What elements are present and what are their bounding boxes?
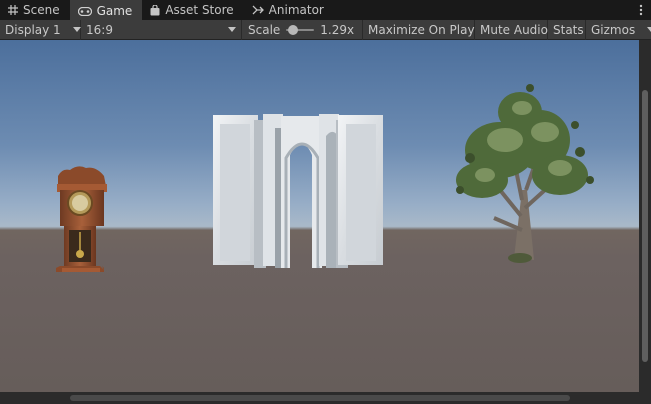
- tab-asset-store[interactable]: Asset Store: [142, 0, 243, 20]
- mute-audio-toggle[interactable]: Mute Audio: [475, 19, 548, 40]
- stone-archway: [213, 114, 383, 268]
- vertical-scrollbar[interactable]: [639, 40, 651, 392]
- display-dropdown[interactable]: Display 1: [0, 19, 81, 40]
- gizmos-label: Gizmos: [591, 22, 636, 37]
- gizmos-dropdown[interactable]: Gizmos: [586, 20, 651, 40]
- tab-animator-label: Animator: [268, 3, 324, 17]
- display-dropdown-label: Display 1: [5, 22, 61, 37]
- chevron-down-icon: [72, 27, 81, 32]
- mute-audio-label: Mute Audio: [480, 22, 548, 37]
- scale-label: Scale: [248, 22, 281, 37]
- gamepad-icon: [77, 6, 92, 16]
- maximize-on-play-label: Maximize On Play: [368, 22, 475, 37]
- tab-animator[interactable]: Animator: [244, 0, 334, 20]
- horizontal-scrollbar[interactable]: [0, 392, 639, 404]
- aspect-ratio-dropdown[interactable]: 16:9: [81, 19, 242, 40]
- grandfather-clock: [56, 166, 107, 272]
- scale-slider-handle[interactable]: [288, 24, 299, 35]
- vertical-scrollbar-thumb[interactable]: [642, 90, 648, 362]
- grid-icon: [8, 5, 18, 15]
- tab-game-label: Game: [96, 4, 133, 18]
- more-options-icon[interactable]: [631, 0, 651, 20]
- stats-label: Stats: [553, 22, 584, 37]
- game-viewport[interactable]: [0, 40, 651, 392]
- scale-slider[interactable]: [286, 24, 315, 35]
- tab-game[interactable]: Game: [69, 0, 143, 20]
- horizontal-scrollbar-thumb[interactable]: [70, 395, 570, 401]
- chevron-down-icon: [647, 27, 651, 32]
- maximize-on-play-toggle[interactable]: Maximize On Play: [363, 19, 475, 40]
- scale-control: Scale 1.29x: [242, 19, 363, 40]
- stats-toggle[interactable]: Stats: [548, 19, 586, 40]
- tab-scene-label: Scene: [23, 3, 60, 17]
- shopping-bag-icon: [150, 4, 160, 16]
- chevron-down-icon: [228, 27, 236, 32]
- tab-scene[interactable]: Scene: [0, 0, 70, 20]
- game-view-toolbar: Display 1 16:9 Scale 1.29x Maximize On P…: [0, 19, 651, 40]
- scale-value: 1.29x: [320, 22, 355, 37]
- editor-tab-bar: Scene Game Asset Store Animator: [0, 0, 651, 20]
- game-scene: [56, 84, 594, 272]
- tree: [456, 84, 594, 263]
- tab-asset-store-label: Asset Store: [165, 3, 234, 17]
- scrollbar-corner: [639, 392, 651, 404]
- animator-icon: [252, 5, 264, 15]
- aspect-ratio-label: 16:9: [86, 22, 113, 37]
